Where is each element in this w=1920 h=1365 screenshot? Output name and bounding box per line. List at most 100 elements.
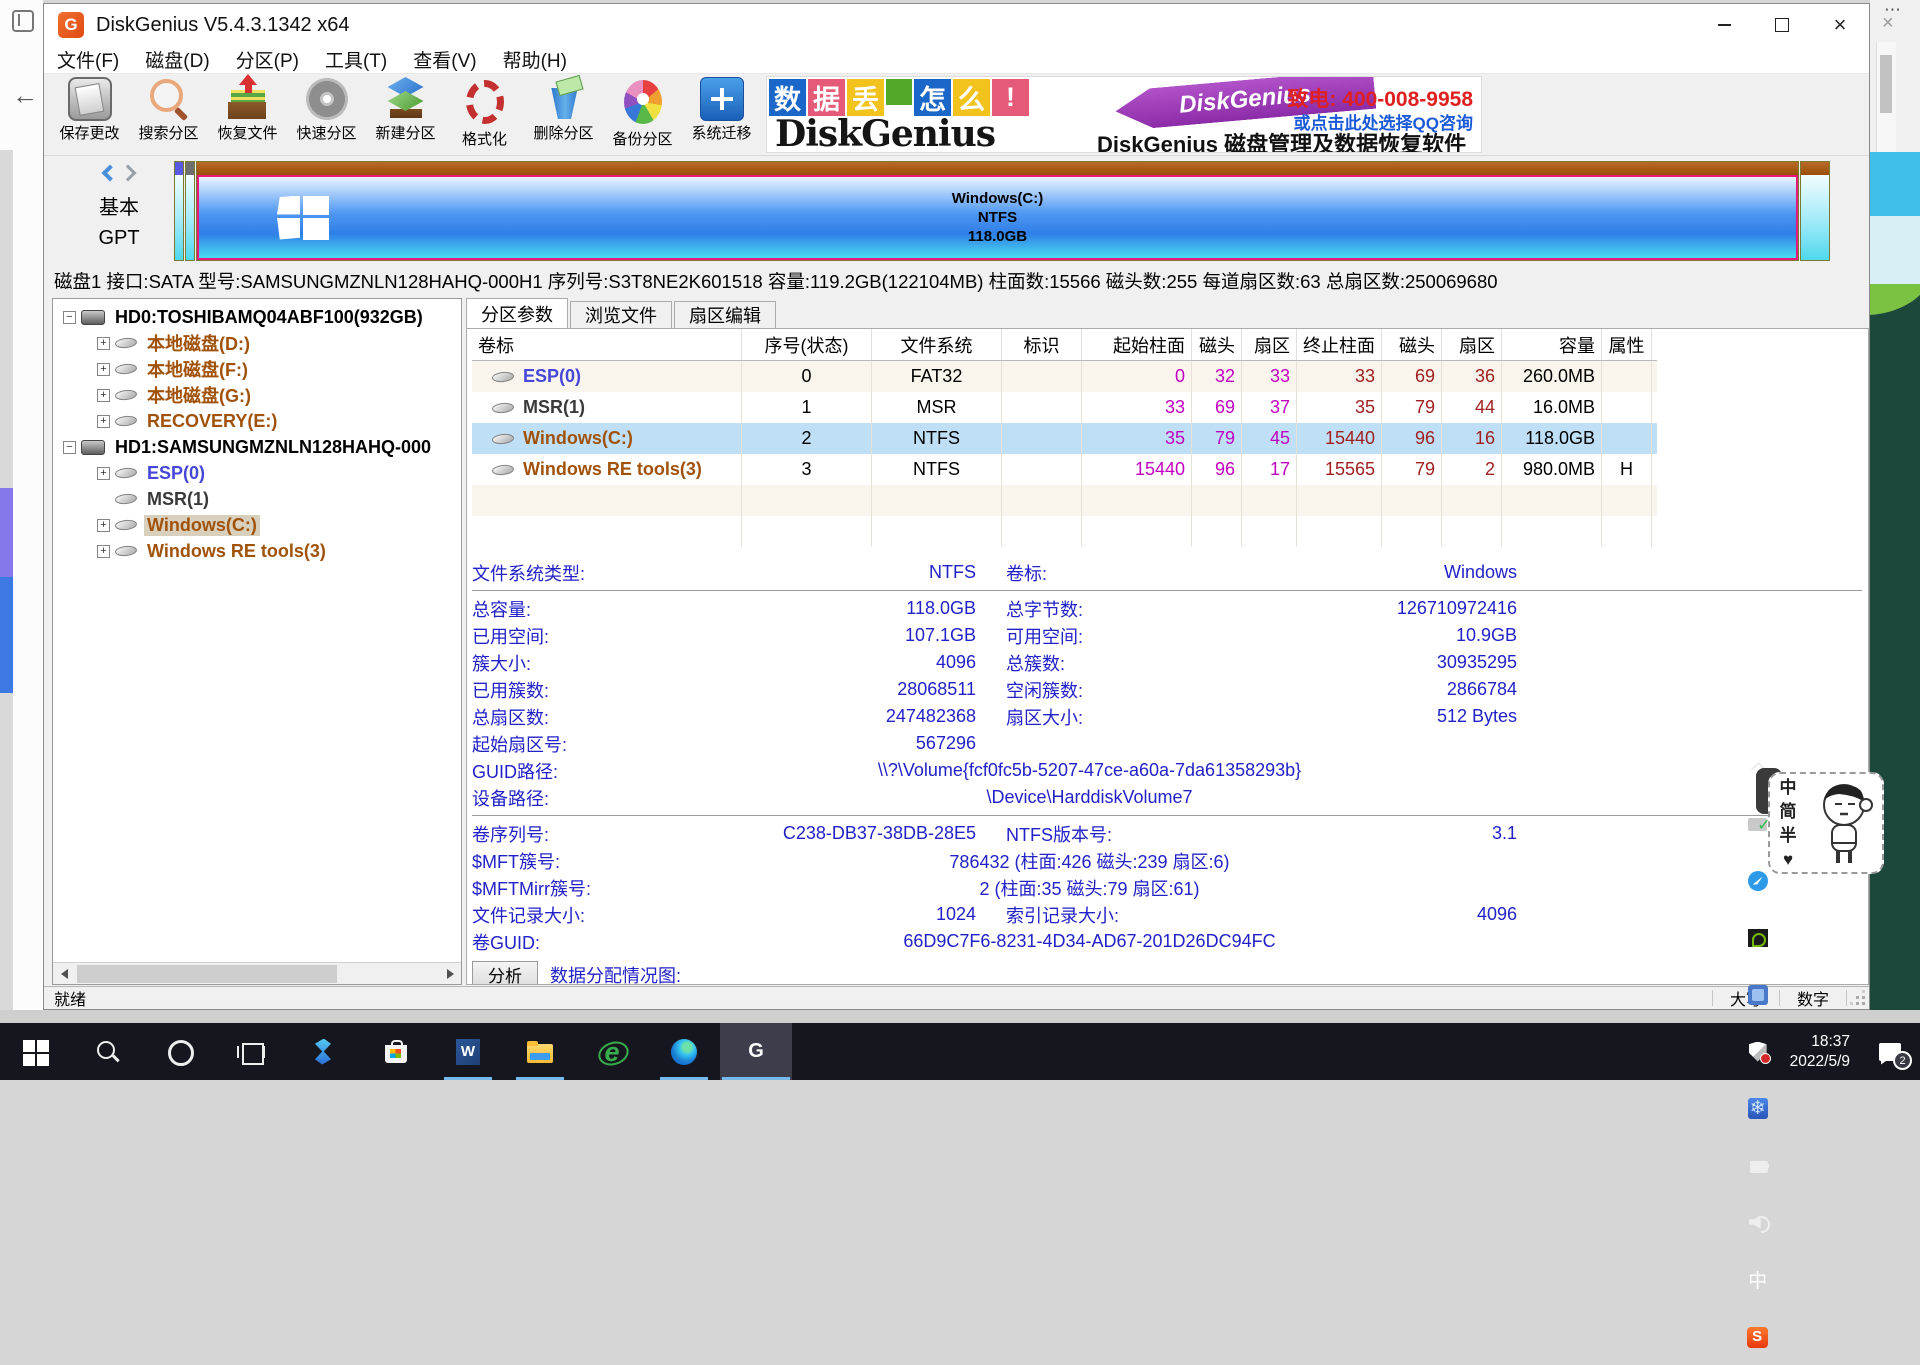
- taskbar-lightning-app[interactable]: [288, 1023, 360, 1080]
- cell: 15440: [1082, 454, 1192, 485]
- toolbar-delete-partition[interactable]: 删除分区: [524, 77, 603, 153]
- cell: 260.0MB: [1502, 361, 1602, 392]
- toolbar-search-partition[interactable]: 搜索分区: [129, 77, 208, 153]
- detail-value: 247482368: [662, 706, 976, 727]
- taskbar-word[interactable]: W: [432, 1023, 504, 1080]
- toolbar-system-migration[interactable]: 系统迁移: [682, 77, 761, 153]
- advert-banner[interactable]: 数据丢怎么! DiskGenius DiskGenius 致电: 400-008…: [766, 76, 1482, 153]
- taskbar-ie[interactable]: e: [576, 1023, 648, 1080]
- taskbar-clock[interactable]: 18:37 2022/5/9: [1776, 1032, 1860, 1072]
- column-header: 终止柱面: [1297, 329, 1382, 360]
- tray-power[interactable]: [1740, 1137, 1776, 1194]
- table-row[interactable]: ESP(0)0FAT3203233336936260.0MB: [472, 361, 1657, 392]
- tree-item-hd0-toshibamq04abf100-932gb-[interactable]: −HD0:TOSHIBAMQ04ABF100(932GB): [53, 304, 461, 330]
- tab-3[interactable]: 扇区编辑: [674, 301, 776, 328]
- ime-status-char[interactable]: 简: [1780, 800, 1797, 823]
- word-icon: W: [453, 1037, 483, 1067]
- scrollbar-thumb[interactable]: [77, 965, 337, 983]
- tray-defender[interactable]: [1740, 1023, 1776, 1080]
- tree-item-windows-re-tools-3-[interactable]: +Windows RE tools(3): [53, 538, 461, 564]
- taskbar-start[interactable]: [0, 1023, 72, 1080]
- close-button[interactable]: ×: [1811, 4, 1869, 46]
- detail-row: 已用簇数:28068511空闲簇数:2866784: [472, 676, 1862, 703]
- toolbar-recover-files[interactable]: 恢复文件: [208, 77, 287, 153]
- cell: [1002, 454, 1082, 485]
- taskbar-diskgenius[interactable]: G: [720, 1023, 792, 1080]
- toolbar-format[interactable]: 格式化: [445, 77, 524, 153]
- detail-value: 512 Bytes: [1216, 706, 1517, 727]
- collapse-icon[interactable]: −: [63, 441, 76, 454]
- expand-icon[interactable]: +: [97, 363, 110, 376]
- tree-label: 本地磁盘(F:): [144, 356, 251, 382]
- expand-icon[interactable]: +: [97, 389, 110, 402]
- menu-item[interactable]: 文件(F): [44, 46, 132, 73]
- taskbar-cortana[interactable]: [144, 1023, 216, 1080]
- tree-item-recovery-e-[interactable]: +RECOVERY(E:): [53, 408, 461, 434]
- menu-item[interactable]: 帮助(H): [490, 46, 580, 73]
- toolbar-new-partition[interactable]: 新建分区: [366, 77, 445, 153]
- disk-switcher[interactable]: 基本 GPT: [74, 166, 164, 250]
- taskbar-search[interactable]: [72, 1023, 144, 1080]
- tree-item-esp-0-[interactable]: +ESP(0): [53, 460, 461, 486]
- prev-disk-icon[interactable]: [102, 165, 119, 182]
- tree-item--d-[interactable]: +本地磁盘(D:): [53, 330, 461, 356]
- table-row[interactable]: MSR(1)1MSR33693735794416.0MB: [472, 392, 1657, 423]
- resize-grip[interactable]: [1849, 989, 1867, 1007]
- scroll-right-icon[interactable]: [439, 963, 461, 985]
- menu-item[interactable]: 查看(V): [400, 46, 489, 73]
- scrollbar-track[interactable]: [75, 963, 439, 984]
- toolbar-backup-partition[interactable]: 备份分区: [603, 77, 682, 153]
- taskbar-store[interactable]: [360, 1023, 432, 1080]
- minimize-button[interactable]: [1695, 4, 1753, 46]
- collapse-icon[interactable]: −: [63, 311, 76, 324]
- partition-cell-windows-selected[interactable]: Windows(C:) NTFS 118.0GB: [196, 161, 1799, 261]
- sogou-ime-panel[interactable]: 中简半♥: [1768, 772, 1884, 874]
- next-disk-icon[interactable]: [120, 165, 137, 182]
- tray-volume[interactable]: [1740, 1194, 1776, 1251]
- toolbar-quick-partition[interactable]: 快速分区: [287, 77, 366, 153]
- expand-icon[interactable]: +: [97, 415, 110, 428]
- ime-status-char[interactable]: ♥: [1783, 848, 1793, 871]
- taskbar-task-view[interactable]: [216, 1023, 288, 1080]
- expand-icon[interactable]: +: [97, 519, 110, 532]
- toolbar-save-changes[interactable]: 保存更改: [50, 77, 129, 153]
- tray-ime-lang[interactable]: 中: [1740, 1251, 1776, 1308]
- tab-1[interactable]: 分区参数: [466, 298, 568, 328]
- analyze-button[interactable]: 分析: [472, 961, 538, 985]
- ime-status-char[interactable]: 中: [1780, 776, 1797, 799]
- window-title: DiskGenius V5.4.3.1342 x64: [96, 14, 350, 37]
- horizontal-scrollbar[interactable]: [53, 962, 461, 984]
- table-row[interactable]: Windows(C:)2NTFS357945154409616118.0GB: [472, 423, 1657, 454]
- taskbar-file-explorer[interactable]: [504, 1023, 576, 1080]
- tree-item-msr-1-[interactable]: MSR(1): [53, 486, 461, 512]
- notification-center-button[interactable]: 2: [1860, 1023, 1920, 1080]
- tree-item--g-[interactable]: +本地磁盘(G:): [53, 382, 461, 408]
- tab-2[interactable]: 浏览文件: [570, 301, 672, 328]
- tray-snowflake[interactable]: ❄: [1740, 1080, 1776, 1137]
- expand-icon[interactable]: +: [97, 337, 110, 350]
- maximize-button[interactable]: [1753, 4, 1811, 46]
- menu-item[interactable]: 磁盘(D): [132, 46, 222, 73]
- partition-cell-esp[interactable]: [174, 161, 184, 261]
- table-row[interactable]: Windows RE tools(3)3NTFS1544096171556579…: [472, 454, 1657, 485]
- intel-graphics-icon: [1747, 984, 1769, 1006]
- tree-item-hd1-samsungmznln128hahq-000[interactable]: −HD1:SAMSUNGMZNLN128HAHQ-000: [53, 434, 461, 460]
- volume-icon: [1747, 1212, 1769, 1234]
- expand-icon[interactable]: +: [97, 467, 110, 480]
- menu-item[interactable]: 工具(T): [312, 46, 400, 73]
- tray-sogou[interactable]: S: [1740, 1308, 1776, 1365]
- tree-item--f-[interactable]: + 本地磁盘(F:): [53, 356, 461, 382]
- delete-partition-icon: [542, 77, 586, 121]
- menu-item[interactable]: 分区(P): [223, 46, 312, 73]
- expand-icon[interactable]: +: [97, 545, 110, 558]
- partition-cell-msr[interactable]: [185, 161, 195, 261]
- ime-status-char[interactable]: 半: [1780, 824, 1797, 847]
- scroll-left-icon[interactable]: [53, 963, 75, 985]
- tray-intel-graphics[interactable]: [1740, 966, 1776, 1023]
- tree-item-windows-c-[interactable]: +Windows(C:): [53, 512, 461, 538]
- tab-bar: 分区参数浏览文件扇区编辑: [466, 298, 1869, 328]
- taskbar-edge[interactable]: [648, 1023, 720, 1080]
- tray-nvidia[interactable]: [1740, 909, 1776, 966]
- partition-cell-recovery[interactable]: [1800, 161, 1830, 261]
- partition-parameters-view: 卷标序号(状态)文件系统标识起始柱面磁头扇区终止柱面磁头扇区容量属性 ESP(0…: [466, 328, 1869, 985]
